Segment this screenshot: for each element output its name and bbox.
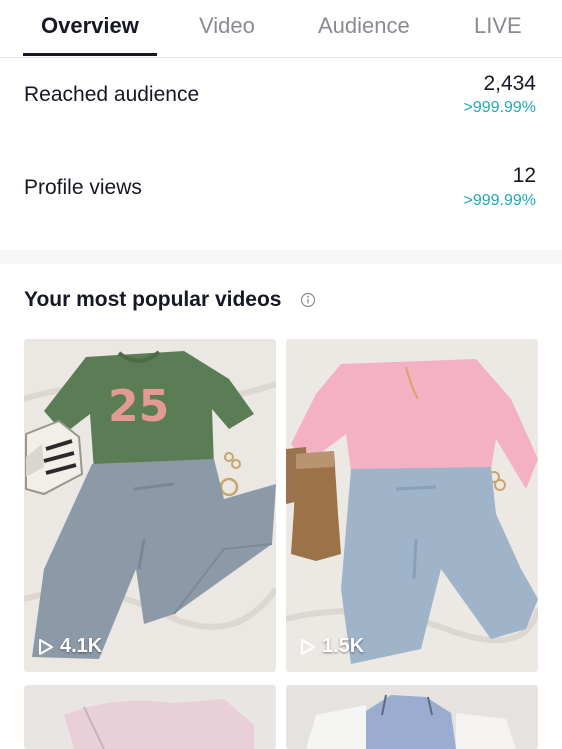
metric-value: 2,434: [483, 72, 536, 95]
outfit-photo-pink-sweater: [286, 339, 538, 672]
jersey-number: 25: [108, 381, 169, 432]
tab-video[interactable]: Video: [199, 13, 255, 39]
metric-change: >999.99%: [463, 99, 536, 116]
section-divider: [0, 250, 562, 264]
active-tab-indicator: [23, 53, 157, 56]
video-thumbnail-4[interactable]: [286, 685, 538, 749]
video-thumbnail-3[interactable]: [24, 685, 276, 749]
tab-live[interactable]: LIVE: [474, 13, 522, 39]
outfit-photo-partial-4: [286, 685, 538, 749]
view-count: 4.1K: [38, 635, 102, 658]
view-count: 1.5K: [300, 635, 364, 658]
metric-reached-audience: Reached audience 2,434 >999.99%: [0, 68, 562, 138]
tab-audience[interactable]: Audience: [318, 13, 410, 39]
tab-overview[interactable]: Overview: [41, 13, 139, 39]
video-thumbnail-1[interactable]: 25 4.1K: [24, 339, 276, 672]
tab-bar: Overview Video Audience LIVE: [0, 0, 562, 58]
metric-label: Reached audience: [24, 83, 200, 106]
metric-change: >999.99%: [463, 192, 536, 209]
metric-value: 12: [512, 164, 536, 187]
popular-videos-title: Your most popular videos: [24, 288, 282, 311]
info-circle-icon[interactable]: [300, 292, 316, 308]
play-outline-icon: [301, 638, 315, 655]
outfit-photo-partial-3: [24, 685, 276, 749]
view-count-label: 1.5K: [322, 635, 365, 657]
play-outline-icon: [39, 638, 53, 655]
metric-label: Profile views: [24, 176, 142, 199]
metric-profile-views: Profile views 12 >999.99%: [0, 161, 562, 231]
video-thumbnail-2[interactable]: 1.5K: [286, 339, 538, 672]
view-count-label: 4.1K: [60, 635, 103, 657]
outfit-photo-green-jersey: 25: [24, 339, 276, 672]
